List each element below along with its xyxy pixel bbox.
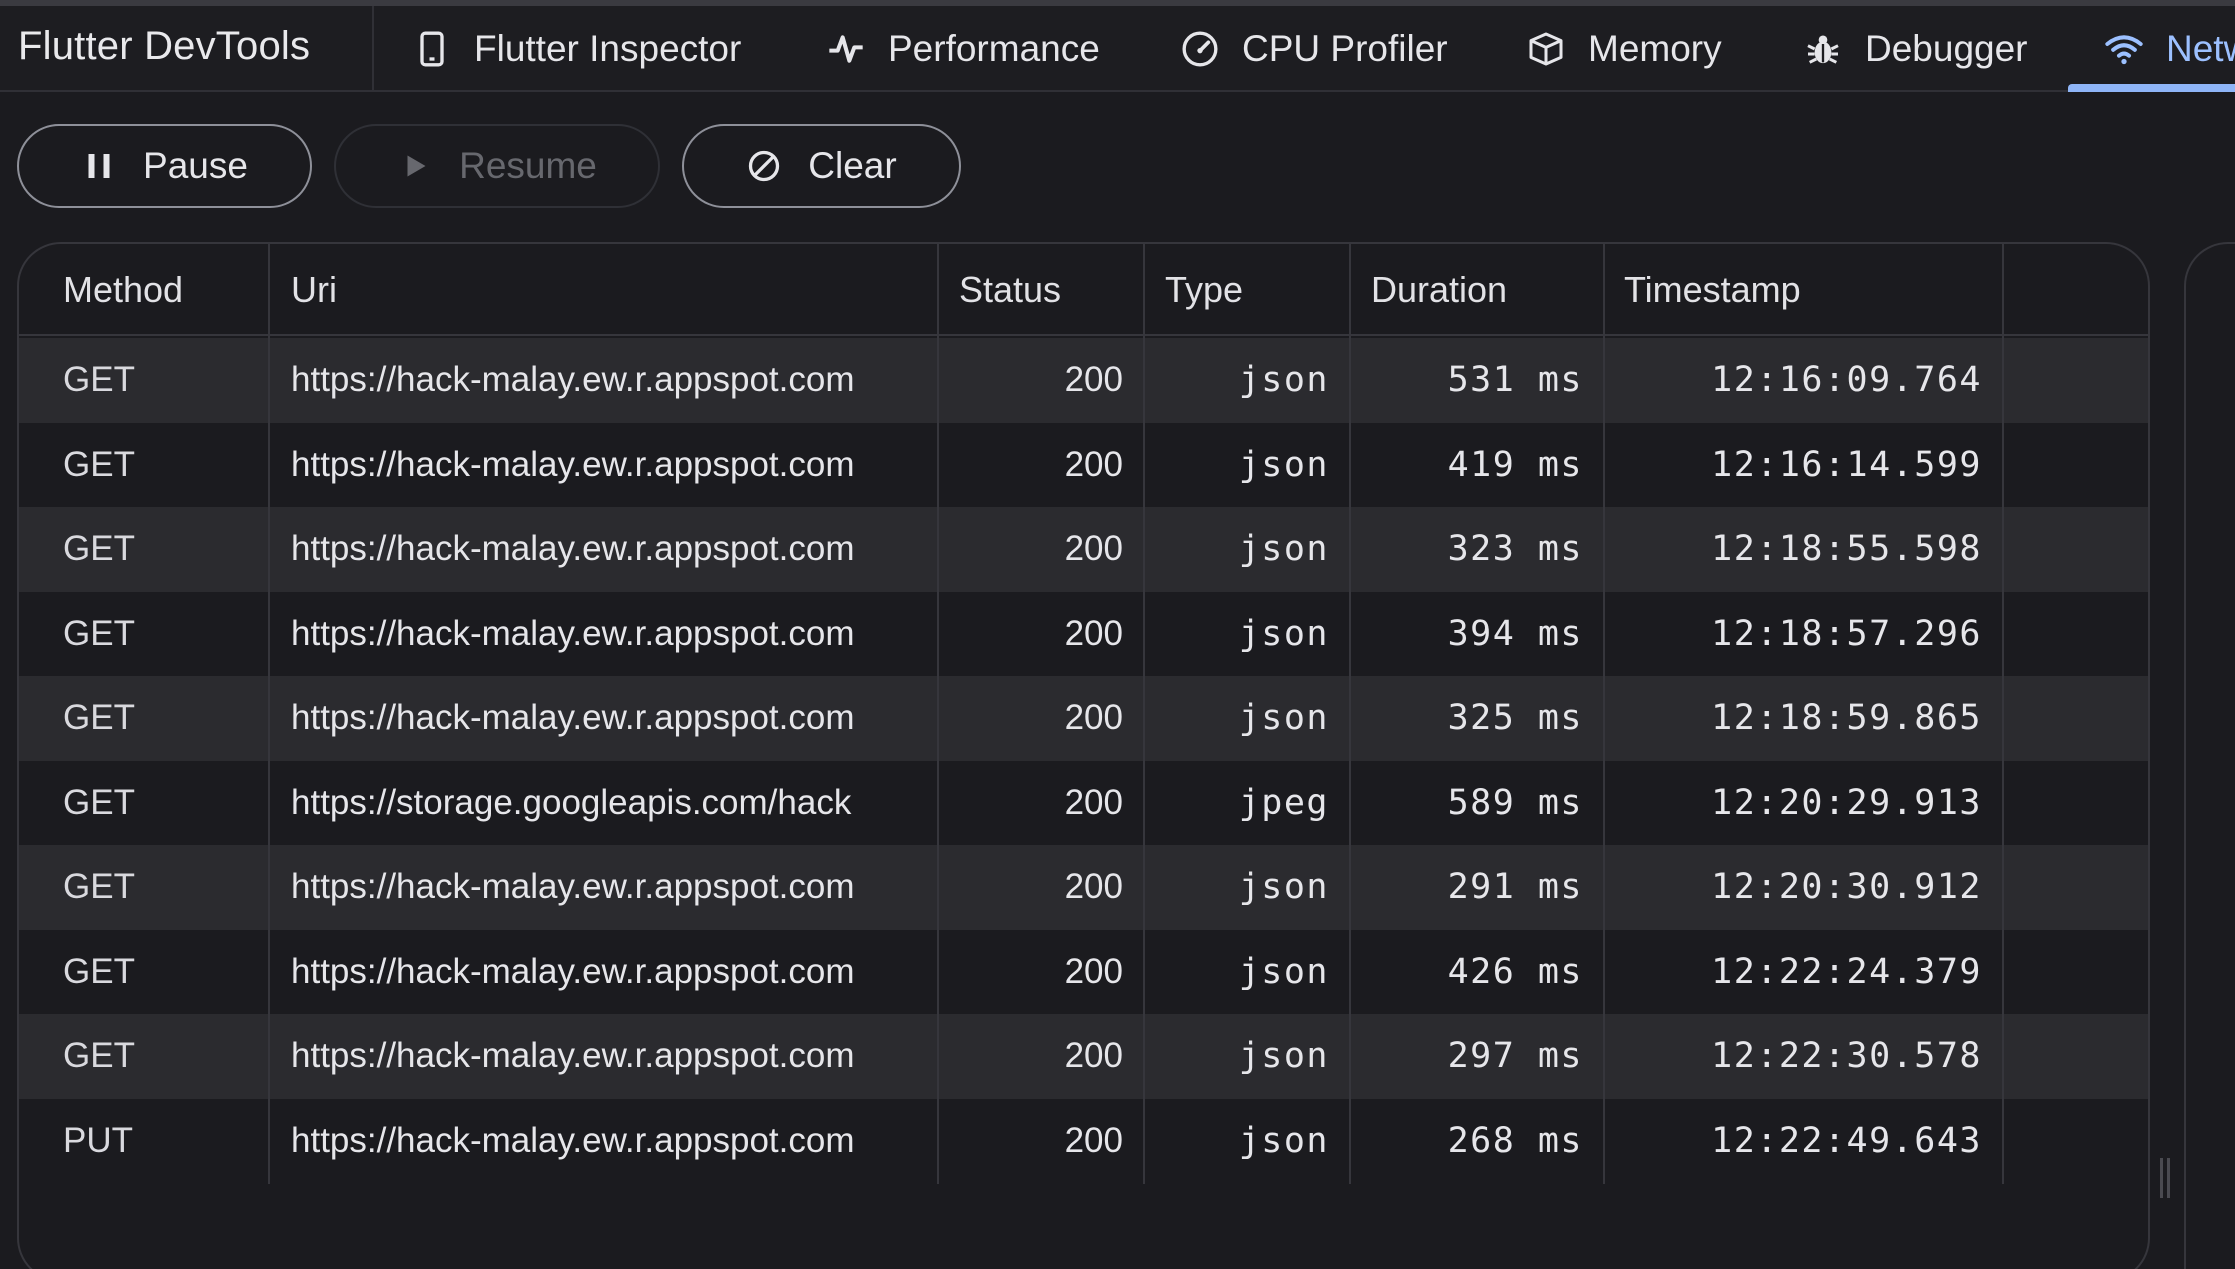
table-header: Method Uri Status Type Duration Timestam… bbox=[19, 244, 2148, 336]
tab-debugger[interactable]: Debugger bbox=[1803, 6, 2028, 92]
cell-timestamp: 12:18:55.598 bbox=[1711, 529, 1982, 570]
cell-timestamp: 12:16:09.764 bbox=[1711, 360, 1982, 401]
cell-duration: 531 ms bbox=[1447, 360, 1583, 401]
column-header-duration[interactable]: Duration bbox=[1371, 244, 1507, 336]
column-divider bbox=[268, 244, 270, 1184]
cell-method: GET bbox=[63, 613, 135, 653]
resume-label: Resume bbox=[459, 145, 597, 186]
cell-timestamp: 12:22:24.379 bbox=[1711, 951, 1982, 992]
column-divider bbox=[2002, 244, 2004, 1184]
cell-duration: 426 ms bbox=[1447, 951, 1583, 992]
cell-duration: 589 ms bbox=[1447, 782, 1583, 823]
column-header-status[interactable]: Status bbox=[959, 244, 1061, 336]
tab-memory[interactable]: Memory bbox=[1526, 6, 1722, 92]
tab-network[interactable]: Netw bbox=[2104, 6, 2235, 92]
pause-label: Pause bbox=[143, 145, 248, 186]
bug-icon bbox=[1803, 29, 1843, 69]
cell-duration: 325 ms bbox=[1447, 698, 1583, 739]
tab-label: Debugger bbox=[1865, 28, 2028, 69]
column-divider bbox=[1603, 244, 1605, 1184]
cell-timestamp: 12:22:30.578 bbox=[1711, 1036, 1982, 1077]
column-divider bbox=[1143, 244, 1145, 1184]
cell-method: PUT bbox=[63, 1120, 133, 1160]
split-drag-handle[interactable] bbox=[2160, 1158, 2174, 1198]
table-row[interactable]: GET https://storage.googleapis.com/hack 20… bbox=[19, 760, 2148, 845]
cell-timestamp: 12:20:29.913 bbox=[1711, 782, 1982, 823]
cell-timestamp: 12:18:57.296 bbox=[1711, 613, 1982, 654]
cell-method: GET bbox=[63, 1036, 135, 1076]
cell-method: GET bbox=[63, 782, 135, 822]
tab-flutter-inspector[interactable]: Flutter Inspector bbox=[412, 6, 741, 92]
app-title: Flutter DevTools bbox=[18, 24, 311, 68]
wifi-icon bbox=[2104, 29, 2144, 69]
devtools-window: { "app": { "title": "Flutter DevTools" }… bbox=[0, 0, 2235, 1269]
cell-method: GET bbox=[63, 529, 135, 569]
column-divider bbox=[1349, 244, 1351, 1184]
active-tab-indicator bbox=[2068, 84, 2235, 92]
table-row[interactable]: GET https://hack-malay.ew.r.appspot.com 20… bbox=[19, 1014, 2148, 1099]
box-icon bbox=[1526, 29, 1566, 69]
resume-button[interactable]: Resume bbox=[334, 124, 660, 208]
cell-method: GET bbox=[63, 444, 135, 484]
column-header-timestamp[interactable]: Timestamp bbox=[1624, 244, 1801, 336]
tab-performance[interactable]: Performance bbox=[826, 6, 1100, 92]
pulse-icon bbox=[826, 29, 866, 69]
network-requests-table: Method Uri Status Type Duration Timestam… bbox=[17, 242, 2150, 1269]
cell-duration: 291 ms bbox=[1447, 867, 1583, 908]
play-icon bbox=[397, 148, 433, 184]
cell-method: GET bbox=[63, 867, 135, 907]
column-divider bbox=[937, 244, 939, 1184]
clear-button[interactable]: Clear bbox=[682, 124, 961, 208]
tab-label: CPU Profiler bbox=[1242, 28, 1448, 69]
pause-icon bbox=[81, 148, 117, 184]
gauge-icon bbox=[1180, 29, 1220, 69]
phone-icon bbox=[412, 29, 452, 69]
clear-label: Clear bbox=[808, 145, 897, 186]
tab-label: Netw bbox=[2166, 28, 2235, 69]
table-row[interactable]: GET https://hack-malay.ew.r.appspot.com 20… bbox=[19, 929, 2148, 1014]
block-icon bbox=[746, 148, 782, 184]
app-bar: Flutter DevTools Flutter Inspector Perfo… bbox=[0, 6, 2235, 92]
title-divider bbox=[372, 6, 374, 92]
cell-duration: 323 ms bbox=[1447, 529, 1583, 570]
cell-duration: 268 ms bbox=[1447, 1120, 1583, 1161]
cell-timestamp: 12:16:14.599 bbox=[1711, 444, 1982, 485]
table-row[interactable]: GET https://hack-malay.ew.r.appspot.com 20… bbox=[19, 338, 2148, 423]
column-header-uri[interactable]: Uri bbox=[291, 244, 337, 336]
cell-duration: 297 ms bbox=[1447, 1036, 1583, 1077]
cell-timestamp: 12:18:59.865 bbox=[1711, 698, 1982, 739]
cell-duration: 394 ms bbox=[1447, 613, 1583, 654]
column-header-method[interactable]: Method bbox=[63, 244, 183, 336]
pause-button[interactable]: Pause bbox=[17, 124, 312, 208]
cell-method: GET bbox=[63, 360, 135, 400]
table-row[interactable]: GET https://hack-malay.ew.r.appspot.com 20… bbox=[19, 845, 2148, 930]
column-header-type[interactable]: Type bbox=[1165, 244, 1243, 336]
cell-method: GET bbox=[63, 951, 135, 991]
table-row[interactable]: GET https://hack-malay.ew.r.appspot.com 20… bbox=[19, 591, 2148, 676]
table-row[interactable]: GET https://hack-malay.ew.r.appspot.com 20… bbox=[19, 676, 2148, 761]
tab-cpu-profiler[interactable]: CPU Profiler bbox=[1180, 6, 1448, 92]
table-row[interactable]: GET https://hack-malay.ew.r.appspot.com 20… bbox=[19, 422, 2148, 507]
cell-method: GET bbox=[63, 698, 135, 738]
cell-timestamp: 12:22:49.643 bbox=[1711, 1120, 1982, 1161]
table-row[interactable]: GET https://hack-malay.ew.r.appspot.com 20… bbox=[19, 507, 2148, 592]
cell-duration: 419 ms bbox=[1447, 444, 1583, 485]
tab-label: Performance bbox=[888, 28, 1100, 69]
request-details-panel bbox=[2184, 242, 2235, 1269]
tab-label: Flutter Inspector bbox=[474, 28, 742, 69]
table-row[interactable]: PUT https://hack-malay.ew.r.appspot.com 20… bbox=[19, 1098, 2148, 1183]
cell-timestamp: 12:20:30.912 bbox=[1711, 867, 1982, 908]
tab-label: Memory bbox=[1588, 28, 1722, 69]
